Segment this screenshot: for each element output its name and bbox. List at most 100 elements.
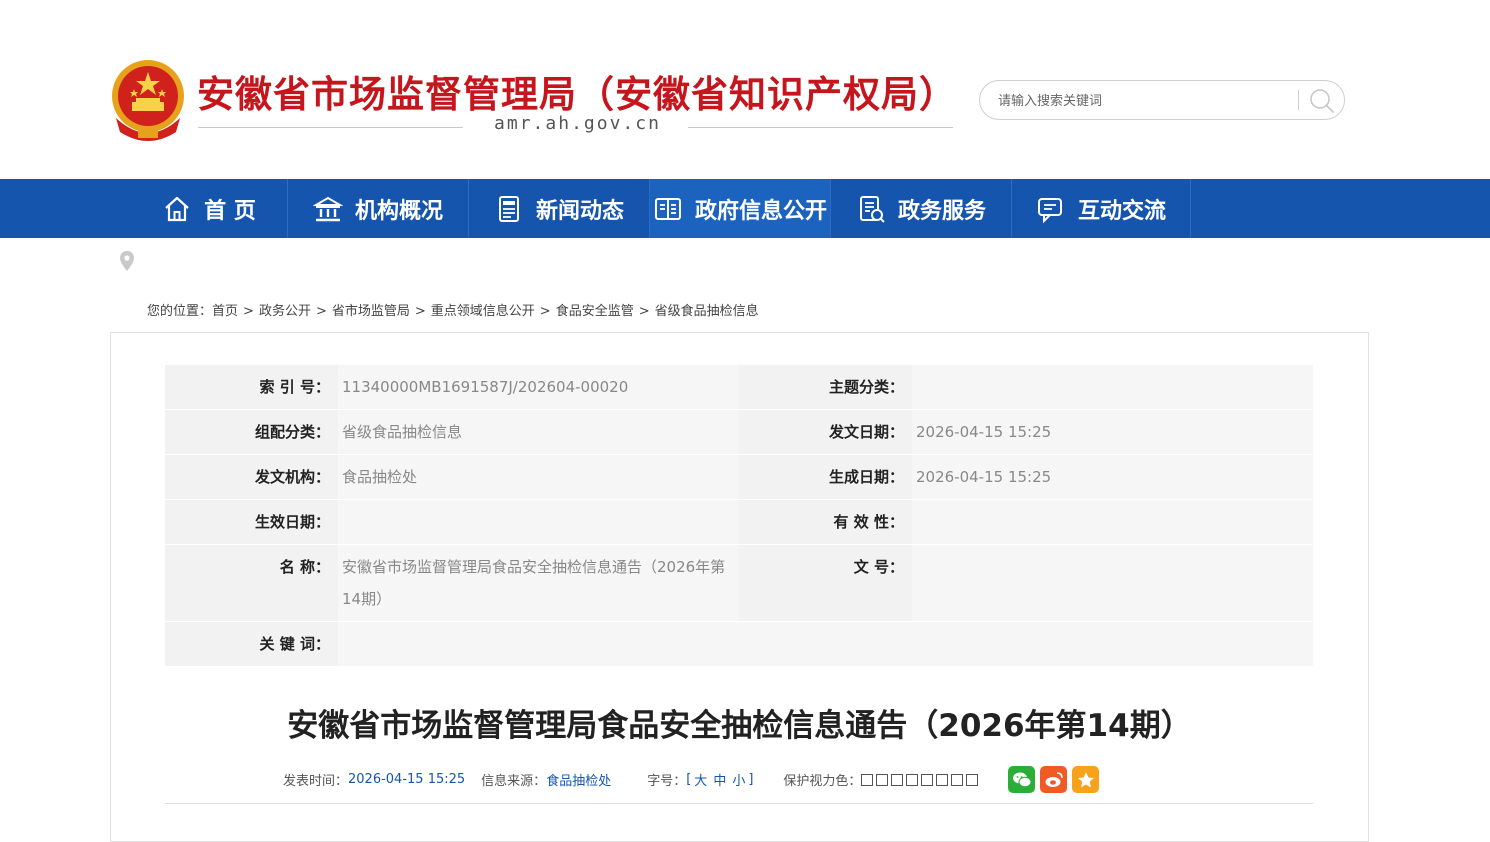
nav-item-interaction[interactable]: 互动交流	[1012, 179, 1191, 238]
meta-label-doc-no: 文 号：	[739, 545, 912, 621]
meta-value-name: 安徽省市场监督管理局食品安全抽检信息通告（2026年第14期）	[338, 545, 739, 621]
meta-label-create-date: 生成日期：	[739, 455, 912, 499]
eye-color-swatch[interactable]	[966, 773, 979, 786]
meta-row: 组配分类： 省级食品抽检信息 发文日期： 2026-04-15 15:25	[165, 410, 1313, 455]
meta-row: 发文机构： 食品抽检处 生成日期： 2026-04-15 15:25	[165, 455, 1313, 500]
meta-label-effective-date: 生效日期：	[165, 500, 338, 544]
article-meta-bar: 发表时间： 2026-04-15 15:25 信息来源： 食品抽检处 字号： […	[283, 766, 1100, 793]
font-size-label: 字号：	[647, 774, 687, 789]
meta-label-index-no: 索 引 号：	[165, 365, 338, 409]
source-label: 信息来源：	[481, 774, 547, 789]
publish-time-label: 发表时间：	[283, 774, 349, 789]
meta-label-category: 组配分类：	[165, 410, 338, 454]
home-icon	[165, 196, 189, 221]
font-size-bracket-open: [	[686, 772, 692, 787]
meta-value-topic	[912, 365, 1313, 409]
meta-value-issuer: 食品抽检处	[338, 455, 739, 499]
search-box	[979, 80, 1345, 120]
news-icon	[498, 195, 519, 222]
font-size-small-button[interactable]: 小	[732, 770, 745, 789]
meta-label-name: 名 称：	[165, 545, 338, 621]
wechat-icon	[1012, 772, 1032, 787]
nav-label: 首 页	[204, 198, 256, 224]
font-size-medium-button[interactable]: 中	[713, 770, 726, 789]
title-rule-right	[688, 127, 953, 128]
main-nav: 首 页 机构概况 新闻动态 政府信息公开 政务服务 互动交流	[0, 179, 1490, 238]
nav-item-services[interactable]: 政务服务	[831, 179, 1012, 238]
search-icon[interactable]	[1308, 87, 1336, 115]
open-book-icon	[654, 197, 681, 220]
location-pin-icon	[120, 251, 134, 271]
meta-label-validity: 有 效 性：	[739, 500, 912, 544]
meta-value-keywords	[338, 622, 1313, 666]
breadcrumb-item-food-safety[interactable]: 食品安全监管	[556, 304, 634, 319]
meta-label-keywords: 关 键 词：	[165, 622, 338, 666]
nav-label: 互动交流	[1077, 198, 1166, 224]
article-title: 安徽省市场监督管理局食品安全抽检信息通告（2026年第14期）	[287, 708, 1192, 744]
national-emblem-icon	[112, 60, 184, 141]
nav-item-news[interactable]: 新闻动态	[469, 179, 650, 238]
nav-label: 政务服务	[897, 198, 986, 224]
title-rule-left	[198, 127, 463, 128]
meta-label-issue-date: 发文日期：	[739, 410, 912, 454]
nav-label: 机构概况	[354, 198, 443, 224]
search-input[interactable]	[996, 90, 1280, 112]
breadcrumb-separator: >	[243, 304, 254, 319]
breadcrumb-item-inspection-info[interactable]: 省级食品抽检信息	[655, 304, 759, 319]
star-icon	[1077, 771, 1094, 787]
meta-value-create-date: 2026-04-15 15:25	[912, 455, 1313, 499]
breadcrumb-item-gov-affairs[interactable]: 政务公开	[259, 304, 311, 319]
eye-color-swatch[interactable]	[951, 773, 964, 786]
breadcrumb-separator: >	[539, 304, 551, 319]
chat-icon	[1037, 197, 1062, 223]
breadcrumb-prefix: 您的位置：	[147, 304, 213, 319]
breadcrumb-separator: >	[414, 304, 426, 319]
font-size-bracket-close: ]	[748, 772, 754, 787]
article-divider	[165, 803, 1313, 804]
meta-row: 生效日期： 有 效 性：	[165, 500, 1313, 545]
meta-value-validity	[912, 500, 1313, 544]
metadata-table: 索 引 号： 11340000MB1691587J/202604-00020 主…	[165, 365, 1313, 667]
meta-value-index-no: 11340000MB1691587J/202604-00020	[338, 365, 739, 409]
eye-color-swatch[interactable]	[891, 773, 904, 786]
meta-label-topic: 主题分类：	[739, 365, 912, 409]
eye-color-swatch[interactable]	[936, 773, 949, 786]
site-header: 安徽省市场监督管理局（安徽省知识产权局） amr.ah.gov.cn	[0, 0, 1490, 179]
meta-value-doc-no	[912, 545, 1313, 621]
meta-value-issue-date: 2026-04-15 15:25	[912, 410, 1313, 454]
meta-label-issuer: 发文机构：	[165, 455, 338, 499]
share-weibo-button[interactable]	[1040, 766, 1068, 793]
weibo-icon	[1045, 771, 1063, 787]
meta-row: 名 称： 安徽省市场监督管理局食品安全抽检信息通告（2026年第14期） 文 号…	[165, 545, 1313, 622]
site-title: 安徽省市场监督管理局（安徽省知识产权局）	[197, 73, 957, 116]
search-divider	[1298, 90, 1299, 110]
eye-color-swatch[interactable]	[876, 773, 889, 786]
add-favorite-button[interactable]	[1072, 766, 1100, 793]
breadcrumb-item-provincial-bureau[interactable]: 省市场监管局	[332, 304, 410, 319]
breadcrumb-separator: >	[638, 304, 650, 319]
breadcrumb-item-home[interactable]: 首页	[212, 304, 238, 319]
meta-row: 关 键 词：	[165, 622, 1313, 667]
nav-label: 政府信息公开	[694, 198, 827, 224]
eye-color-swatch[interactable]	[861, 773, 874, 786]
breadcrumb-separator: >	[315, 304, 327, 319]
meta-value-effective-date	[338, 500, 739, 544]
publish-time-value: 2026-04-15 15:25	[348, 772, 466, 787]
nav-item-gov-info[interactable]: 政府信息公开	[650, 179, 831, 238]
font-size-large-button[interactable]: 大	[694, 770, 707, 789]
institution-icon	[312, 196, 343, 221]
eye-color-swatch[interactable]	[906, 773, 919, 786]
nav-item-home[interactable]: 首 页	[131, 179, 288, 238]
share-wechat-button[interactable]	[1008, 766, 1036, 793]
service-document-icon	[859, 195, 885, 223]
meta-row: 索 引 号： 11340000MB1691587J/202604-00020 主…	[165, 365, 1313, 410]
meta-value-category: 省级食品抽检信息	[338, 410, 739, 454]
breadcrumb: 您的位置：首页 > 政务公开 > 省市场监管局 > 重点领域信息公开 > 食品安全监管 > 省级食品…	[147, 300, 759, 319]
source-value: 食品抽检处	[546, 774, 612, 789]
eye-color-swatch[interactable]	[921, 773, 934, 786]
nav-item-institution[interactable]: 机构概况	[288, 179, 469, 238]
nav-label: 新闻动态	[535, 198, 624, 224]
breadcrumb-item-key-areas[interactable]: 重点领域信息公开	[431, 304, 535, 319]
site-domain: amr.ah.gov.cn	[494, 113, 661, 134]
eye-protection-color-label: 保护视力色：	[783, 774, 862, 789]
